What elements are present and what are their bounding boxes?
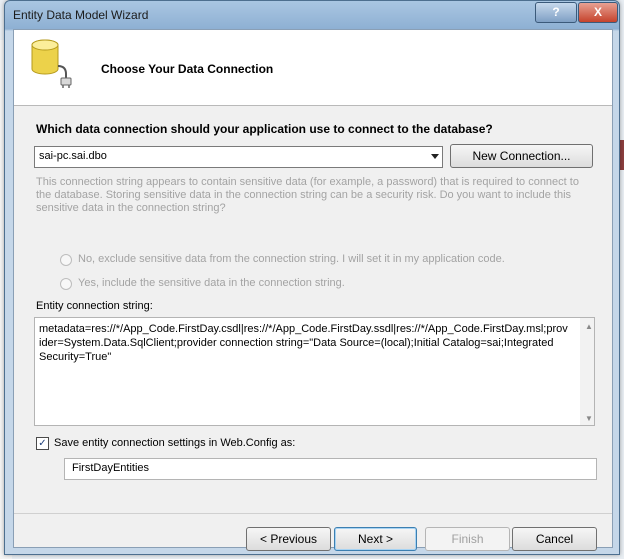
exclude-sensitive-label: No, exclude sensitive data from the conn… xyxy=(78,253,505,265)
wizard-client-area: Choose Your Data Connection Which data c… xyxy=(13,29,613,551)
entity-connection-textbox[interactable]: metadata=res://*/App_Code.FirstDay.csdl|… xyxy=(34,317,595,426)
help-button[interactable]: ? xyxy=(535,2,577,23)
connection-selected-value: sai-pc.sai.dbo xyxy=(39,150,107,162)
save-settings-checkbox[interactable]: ✓ xyxy=(36,437,49,450)
title-bar[interactable]: Entity Data Model Wizard ? X xyxy=(5,1,619,29)
cancel-button[interactable]: Cancel xyxy=(512,527,597,551)
chevron-down-icon[interactable] xyxy=(431,154,439,159)
previous-button[interactable]: < Previous xyxy=(246,527,331,551)
include-sensitive-radio[interactable] xyxy=(60,278,72,290)
save-settings-label: Save entity connection settings in Web.C… xyxy=(54,437,296,449)
vertical-scrollbar[interactable]: ▲ ▼ xyxy=(580,318,594,425)
connection-dropdown[interactable]: sai-pc.sai.dbo xyxy=(34,146,443,168)
wizard-window: Entity Data Model Wizard ? X Choose Your… xyxy=(4,0,620,555)
window-title: Entity Data Model Wizard xyxy=(13,8,149,22)
connection-question: Which data connection should your applic… xyxy=(36,122,493,136)
footer-divider xyxy=(14,513,612,514)
entity-connection-label: Entity connection string: xyxy=(36,300,153,312)
next-button[interactable]: Next > xyxy=(334,527,417,551)
sensitive-data-message: This connection string appears to contai… xyxy=(36,176,579,214)
entity-connection-value: metadata=res://*/App_Code.FirstDay.csdl|… xyxy=(39,323,568,363)
database-plug-icon xyxy=(31,39,72,88)
scroll-up-icon[interactable]: ▲ xyxy=(585,322,593,331)
entity-name-value: FirstDayEntities xyxy=(72,462,150,474)
close-button[interactable]: X xyxy=(578,2,618,23)
page-title: Choose Your Data Connection xyxy=(101,62,274,76)
finish-button[interactable]: Finish xyxy=(425,527,510,551)
scroll-down-icon[interactable]: ▼ xyxy=(585,414,593,423)
new-connection-button[interactable]: New Connection... xyxy=(450,144,593,168)
entity-name-input[interactable]: FirstDayEntities xyxy=(64,458,597,480)
exclude-sensitive-radio[interactable] xyxy=(60,254,72,266)
wizard-header: Choose Your Data Connection xyxy=(14,30,612,106)
include-sensitive-label: Yes, include the sensitive data in the c… xyxy=(78,277,345,289)
